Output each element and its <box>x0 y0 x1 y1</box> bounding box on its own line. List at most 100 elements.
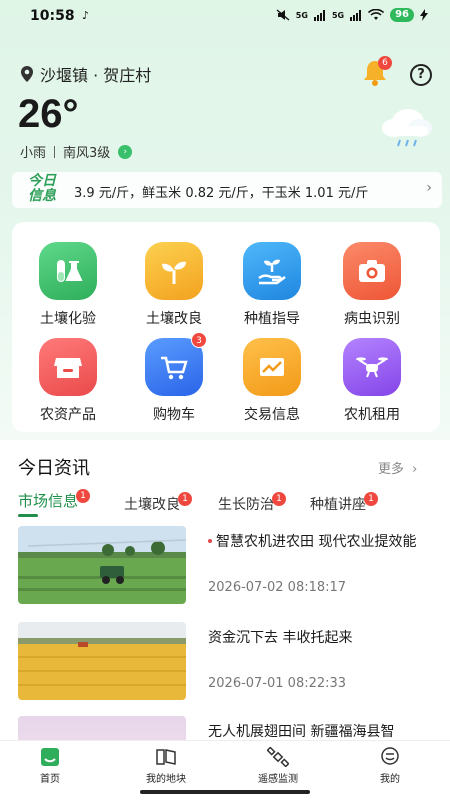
more-label: 更多 <box>378 462 405 477</box>
signal-icon <box>313 9 325 21</box>
flask-icon <box>39 242 97 300</box>
today-info-bar[interactable]: 今日信息 3.9 元/斤，鲜玉米 0.82 元/斤，干玉米 1.01 元/斤 › <box>12 172 442 208</box>
battery-indicator: 96 <box>390 8 414 22</box>
home-icon <box>0 747 100 767</box>
news-item[interactable]: 无人机展翅田间 新疆福海县智 <box>18 716 438 740</box>
location-label: 沙堰镇 · 贺庄村 <box>40 66 152 85</box>
signal-icon-2 <box>350 9 362 21</box>
tab-market-info[interactable]: 市场信息 1 <box>18 489 91 517</box>
mute-icon <box>276 9 290 21</box>
trend-chart-icon <box>243 338 301 396</box>
feature-soil-improve[interactable]: 土壤改良 <box>124 242 224 332</box>
cart-badge: 3 <box>191 332 207 348</box>
satellite-icon <box>228 747 328 767</box>
tab-label: 种植讲座 <box>310 497 366 513</box>
chevron-right-icon: › <box>412 462 418 477</box>
feature-label: 土壤改良 <box>146 311 202 327</box>
feature-soil-test[interactable]: 土壤化验 <box>18 242 118 332</box>
tab-planting-lecture[interactable]: 种植讲座 1 <box>310 492 378 514</box>
news-headline: 智慧农机进农田 现代农业提效能 <box>208 532 438 552</box>
temperature: 26° <box>18 92 79 136</box>
wifi-icon <box>368 9 385 20</box>
nav-profile[interactable]: 我的 <box>340 747 440 785</box>
tab-badge: 1 <box>272 492 286 506</box>
feature-label: 交易信息 <box>244 407 300 423</box>
status-bar: 10:58 ♪ 5G 5G 96 <box>0 0 450 34</box>
more-link[interactable]: 更多 › <box>378 458 417 477</box>
wind-info: 南风3级 <box>63 146 111 161</box>
tab-badge: 1 <box>364 492 378 506</box>
news-item[interactable]: 智慧农机进农田 现代农业提效能 2026-07-02 08:18:17 <box>18 526 438 606</box>
price-ticker: 3.9 元/斤，鲜玉米 0.82 元/斤，干玉米 1.01 元/斤 <box>74 186 369 201</box>
nav-label: 遥感监测 <box>258 774 298 785</box>
nav-label: 我的 <box>380 774 400 785</box>
news-tabs: 市场信息 1 土壤改良 1 生长防治 1 种植讲座 1 <box>18 489 448 520</box>
feature-shopping-cart[interactable]: 3 购物车 <box>124 332 224 428</box>
camera-icon <box>343 242 401 300</box>
feature-planting-guide[interactable]: 种植指导 <box>222 242 322 332</box>
feature-label: 病虫识别 <box>344 311 400 327</box>
active-tab-indicator <box>18 514 38 517</box>
tab-label: 土壤改良 <box>124 497 180 513</box>
tab-label: 生长防治 <box>218 497 274 513</box>
news-thumbnail <box>18 716 186 740</box>
tab-growth-control[interactable]: 生长防治 1 <box>218 492 286 514</box>
tab-badge: 1 <box>76 489 91 503</box>
status-icons: 5G 5G 96 <box>276 8 428 22</box>
news-section: 今日资讯 更多 › 市场信息 1 土壤改良 1 生长防治 1 种植讲座 1 智慧… <box>0 440 450 740</box>
chevron-right-icon: › <box>426 180 432 196</box>
weather-condition: 小雨 <box>20 146 47 161</box>
notification-badge: 6 <box>378 56 392 70</box>
tiktok-icon: ♪ <box>82 9 90 22</box>
feature-grid: 土壤化验 土壤改良 种植指导 病虫识别 农资产品 3 购物车 交易信息 农机租用 <box>12 222 440 432</box>
store-icon <box>39 338 97 396</box>
profile-icon <box>340 747 440 767</box>
news-section-title: 今日资讯 <box>18 458 90 479</box>
nav-label: 首页 <box>40 774 60 785</box>
feature-pest-identify[interactable]: 病虫识别 <box>322 242 422 332</box>
tab-badge: 1 <box>178 492 192 506</box>
network-label-1: 5G <box>295 10 308 20</box>
news-date: 2026-07-01 08:22:33 <box>208 676 347 691</box>
feature-label: 购物车 <box>153 407 195 423</box>
chevron-right-icon: › <box>118 144 133 159</box>
notification-button[interactable]: 6 <box>360 56 392 88</box>
news-date: 2026-07-02 08:18:17 <box>208 580 347 595</box>
feature-label: 农资产品 <box>40 407 96 423</box>
tab-label: 市场信息 <box>18 492 79 510</box>
unread-dot <box>208 539 212 543</box>
cart-icon: 3 <box>145 332 207 396</box>
rain-cloud-icon <box>382 109 432 147</box>
help-icon[interactable]: ? <box>410 64 432 86</box>
location-pin-icon <box>21 66 33 82</box>
nav-remote-sensing[interactable]: 遥感监测 <box>228 747 328 785</box>
home-indicator[interactable] <box>140 790 310 794</box>
tab-soil-improve[interactable]: 土壤改良 1 <box>124 492 192 514</box>
map-plots-icon <box>116 747 216 767</box>
sprout-icon <box>145 242 203 300</box>
feature-agri-products[interactable]: 农资产品 <box>18 338 118 428</box>
network-label-2: 5G <box>331 10 345 20</box>
news-headline: 无人机展翅田间 新疆福海县智 <box>208 724 395 740</box>
feature-label: 农机租用 <box>344 407 400 423</box>
drone-icon <box>343 338 401 396</box>
location-selector[interactable]: 沙堰镇 · 贺庄村 <box>20 62 151 86</box>
feature-machinery-rental[interactable]: 农机租用 <box>322 338 422 428</box>
nav-my-plots[interactable]: 我的地块 <box>116 747 216 785</box>
today-info-tag: 今日信息 <box>28 173 56 204</box>
feature-trade-info[interactable]: 交易信息 <box>222 338 322 428</box>
feature-label: 土壤化验 <box>40 311 96 327</box>
news-thumbnail <box>18 526 186 604</box>
headline-text: 智慧农机进农田 现代农业提效能 <box>216 534 417 550</box>
feature-label: 种植指导 <box>244 311 300 327</box>
divider <box>54 145 56 158</box>
weather-details[interactable]: 小雨 南风3级 › <box>20 142 133 161</box>
news-headline: 资金沉下去 丰收托起来 <box>208 630 353 646</box>
news-item[interactable]: 资金沉下去 丰收托起来 2026-07-01 08:22:33 <box>18 622 438 702</box>
news-thumbnail <box>18 622 186 700</box>
hand-plant-icon <box>243 242 301 300</box>
charging-icon <box>420 9 428 21</box>
nav-label: 我的地块 <box>146 774 186 785</box>
nav-home[interactable]: 首页 <box>0 747 100 785</box>
status-time: 10:58 <box>30 8 75 24</box>
